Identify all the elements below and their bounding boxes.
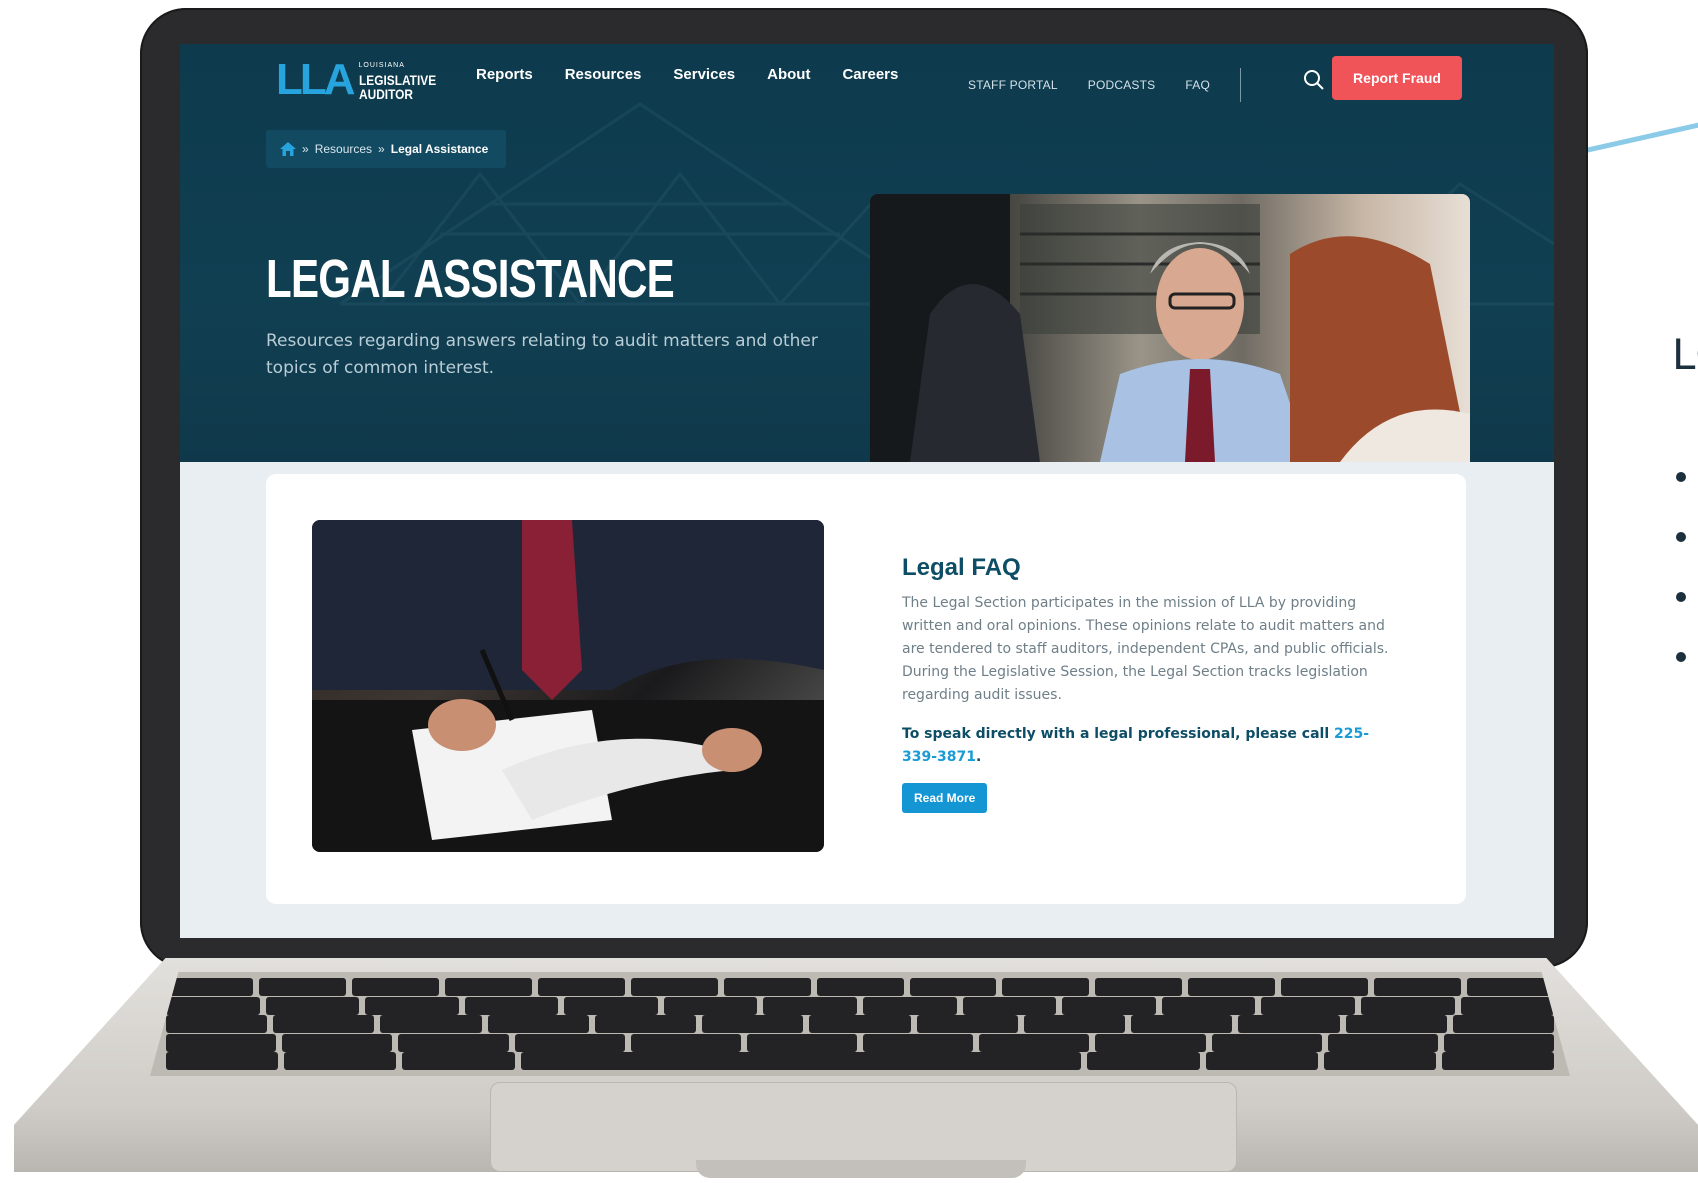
breadcrumb-separator: » <box>302 142 309 156</box>
nav-faq[interactable]: FAQ <box>1185 78 1210 92</box>
card-photo <box>312 520 824 852</box>
hero-photo <box>870 194 1470 462</box>
breadcrumb-resources[interactable]: Resources <box>315 142 372 156</box>
nav-divider <box>1239 68 1241 102</box>
card-call-text: To speak directly with a legal professio… <box>902 726 1370 765</box>
nav-reports[interactable]: Reports <box>476 66 533 83</box>
card-body: Legal FAQ The Legal Section participates… <box>902 554 1402 813</box>
logo-wordmark: LOUISIANA LEGISLATIVE AUDITOR <box>358 62 436 102</box>
nav-resources[interactable]: Resources <box>565 66 642 83</box>
report-fraud-button[interactable]: Report Fraud <box>1332 56 1462 100</box>
breadcrumb: » Resources » Legal Assistance <box>266 130 507 168</box>
main-nav: Reports Resources Services About Careers <box>476 66 898 83</box>
search-icon[interactable] <box>1302 68 1326 92</box>
logo-mark: LLA <box>276 55 356 104</box>
side-heading: LG <box>1672 330 1698 379</box>
nav-careers[interactable]: Careers <box>842 66 898 83</box>
site-logo[interactable]: LLA LOUISIANA LEGISLATIVE AUDITOR <box>276 58 449 102</box>
breadcrumb-current: Legal Assistance <box>390 142 489 156</box>
nav-services[interactable]: Services <box>673 66 735 83</box>
legal-faq-card: Legal FAQ The Legal Section participates… <box>266 474 1466 904</box>
card-photo-art <box>312 520 824 852</box>
utility-nav: STAFF PORTAL PODCASTS FAQ <box>968 68 1241 102</box>
hero-section: LLA LOUISIANA LEGISLATIVE AUDITOR Report… <box>180 44 1554 462</box>
nav-about[interactable]: About <box>767 66 810 83</box>
laptop-keyboard <box>150 972 1570 1076</box>
nav-staff-portal[interactable]: STAFF PORTAL <box>968 78 1058 92</box>
card-title: Legal FAQ <box>902 554 1021 581</box>
laptop-lip <box>696 1160 1026 1178</box>
page-description: Resources regarding answers relating to … <box>266 331 818 378</box>
read-more-button[interactable]: Read More <box>902 783 988 813</box>
nav-podcasts[interactable]: PODCASTS <box>1088 78 1156 92</box>
hero-photo-art <box>870 194 1470 462</box>
laptop-screen: LLA LOUISIANA LEGISLATIVE AUDITOR Report… <box>180 44 1554 938</box>
card-text: The Legal Section participates in the mi… <box>902 595 1389 703</box>
laptop-trackpad <box>490 1082 1237 1172</box>
page-title: LEGAL ASSISTANCE <box>266 249 675 309</box>
home-icon[interactable] <box>280 142 296 156</box>
breadcrumb-separator: » <box>378 142 385 156</box>
